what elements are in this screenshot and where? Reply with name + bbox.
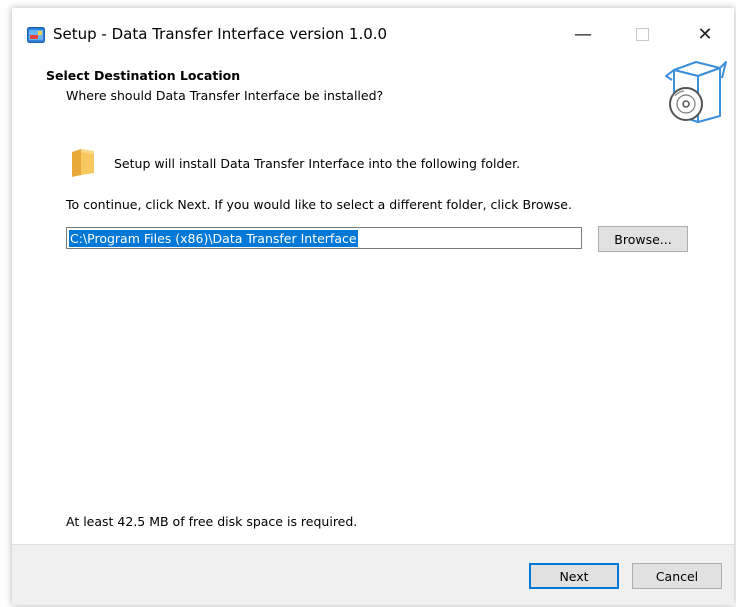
page-title: Select Destination Location: [46, 68, 241, 83]
browse-button[interactable]: Browse...: [598, 226, 688, 252]
maximize-icon: [635, 27, 649, 41]
folder-icon: [72, 149, 94, 177]
minimize-icon: —: [574, 23, 592, 45]
wizard-content: Setup will install Data Transfer Interfa…: [12, 130, 734, 544]
install-info-text: Setup will install Data Transfer Interfa…: [114, 156, 521, 171]
window-title: Setup - Data Transfer Interface version …: [53, 25, 388, 43]
title-bar[interactable]: Setup - Data Transfer Interface version …: [12, 8, 734, 60]
destination-path-value: C:\Program Files (x86)\Data Transfer Int…: [69, 229, 358, 247]
instruction-text: To continue, click Next. If you would li…: [66, 197, 572, 212]
page-subtitle: Where should Data Transfer Interface be …: [66, 88, 384, 103]
destination-path-input[interactable]: C:\Program Files (x86)\Data Transfer Int…: [66, 227, 582, 249]
next-button[interactable]: Next: [529, 563, 619, 589]
close-button[interactable]: ✕: [682, 16, 728, 52]
maximize-button[interactable]: [619, 16, 665, 52]
setup-app-icon: [27, 27, 45, 43]
setup-window: Setup - Data Transfer Interface version …: [12, 8, 734, 605]
disk-space-text: At least 42.5 MB of free disk space is r…: [66, 514, 358, 529]
wizard-footer: Next Cancel: [12, 544, 734, 605]
close-icon: ✕: [697, 23, 713, 45]
minimize-button[interactable]: —: [560, 16, 606, 52]
cancel-button[interactable]: Cancel: [632, 563, 722, 589]
wizard-header: Select Destination Location Where should…: [12, 60, 734, 130]
install-box-icon: [665, 61, 727, 123]
